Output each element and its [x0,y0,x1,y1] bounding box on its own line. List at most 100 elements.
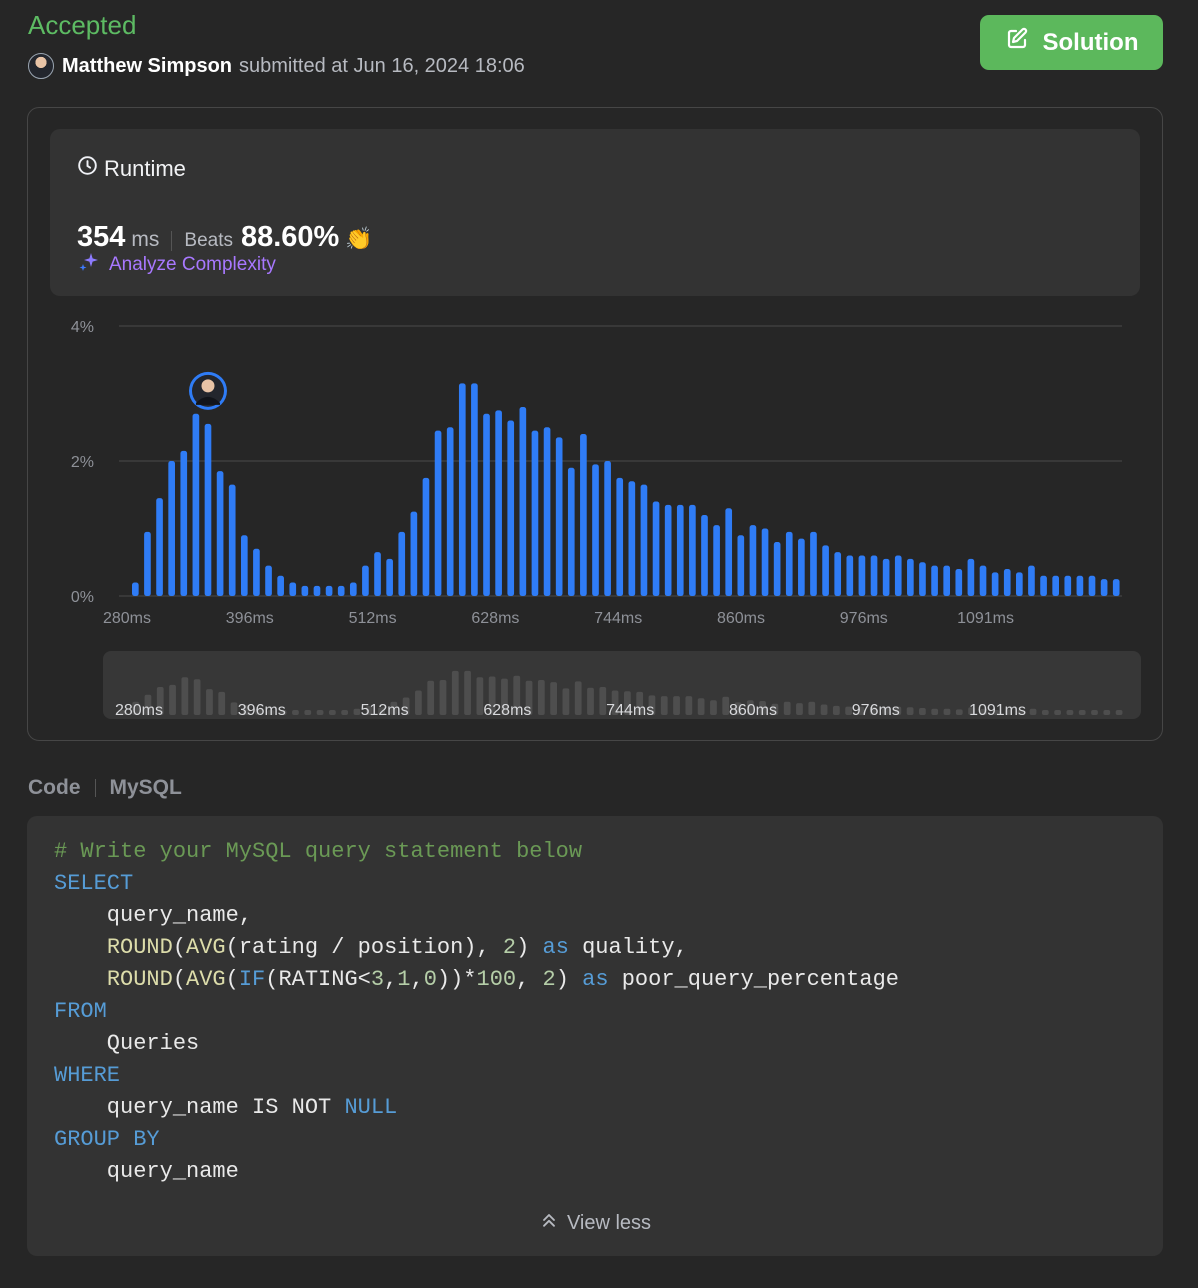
code-token: ))* [436,967,477,992]
histogram-bar[interactable] [277,575,284,596]
solution-button[interactable]: Solution [980,15,1163,70]
mini-histogram-bar [808,701,816,715]
histogram-bar[interactable] [652,501,660,597]
histogram-bar[interactable] [313,585,321,596]
histogram-bar[interactable] [907,558,914,596]
mini-histogram-bar [451,670,459,715]
histogram-bar[interactable] [483,413,490,596]
histogram-bar[interactable] [156,498,163,596]
code-token: , [384,967,398,992]
histogram-bar[interactable] [785,531,793,596]
histogram-bar[interactable] [422,477,430,596]
histogram-bar[interactable] [1052,575,1060,596]
histogram-bar[interactable] [446,427,454,596]
histogram-bar[interactable] [931,565,938,596]
histogram-bar[interactable] [664,504,672,596]
chart-range-selector[interactable]: 280ms 396ms 512ms 628ms 744ms 860ms 976ms 1091m… [103,651,1141,719]
your-submission-avatar[interactable] [188,371,227,410]
histogram-bar[interactable] [822,545,829,596]
histogram-bar[interactable] [410,511,418,596]
histogram-bar[interactable] [265,565,272,596]
histogram-bar[interactable] [204,423,212,596]
histogram-bar[interactable] [228,484,236,596]
code-token: ROUND [106,967,173,992]
histogram-bar[interactable] [640,484,648,596]
histogram-bar[interactable] [398,531,406,596]
histogram-bar[interactable] [616,477,624,596]
analyze-complexity-link[interactable]: Analyze Complexity [77,250,276,280]
histogram-bar[interactable] [846,555,854,597]
histogram-bar[interactable] [943,565,951,596]
histogram-bar[interactable] [349,582,357,597]
histogram-bar[interactable] [374,552,381,596]
histogram-bar[interactable] [495,410,502,596]
histogram-bar[interactable] [289,582,297,597]
histogram-bar[interactable] [713,525,720,596]
histogram-bar[interactable] [967,558,975,596]
histogram-bar[interactable] [858,555,866,597]
histogram-bar[interactable] [761,528,769,597]
histogram-bar[interactable] [810,531,817,596]
histogram-bar[interactable] [325,585,333,596]
histogram-bar[interactable] [979,565,987,596]
histogram-bar[interactable] [507,420,515,597]
histogram-bar[interactable] [434,430,442,596]
histogram-bar[interactable] [471,383,478,596]
histogram-bar[interactable] [1088,575,1096,596]
histogram-bar[interactable] [919,562,926,596]
histogram-bar[interactable] [132,582,139,597]
histogram-bar[interactable] [567,467,575,596]
histogram-bar[interactable] [1003,569,1011,596]
histogram-bar[interactable] [955,569,963,596]
histogram-bar[interactable] [1016,572,1023,596]
histogram-bar[interactable] [1028,565,1035,596]
view-less-button[interactable]: View less [27,1210,1163,1236]
histogram-bar[interactable] [362,565,369,596]
mini-distribution-chart[interactable]: 280ms 396ms 512ms 628ms 744ms 860ms 976ms 1091m… [103,651,1141,719]
histogram-bar[interactable] [144,531,151,596]
histogram-bar[interactable] [1076,575,1084,596]
histogram-bar[interactable] [519,407,527,596]
histogram-bar[interactable] [701,515,708,596]
code-token: query_name [54,1159,239,1184]
histogram-bar[interactable] [240,535,248,596]
histogram-bar[interactable] [894,555,902,597]
histogram-bar[interactable] [604,461,611,596]
histogram-bar[interactable] [749,525,757,596]
histogram-bar[interactable] [580,434,587,596]
histogram-bar[interactable] [628,481,636,596]
histogram-bar[interactable] [834,552,842,596]
histogram-bar[interactable] [689,504,696,596]
histogram-bar[interactable] [991,572,999,596]
mini-histogram-bar [1103,710,1111,715]
histogram-bar[interactable] [1040,575,1047,596]
histogram-bar[interactable] [192,413,200,596]
histogram-bar[interactable] [543,427,551,596]
histogram-bar[interactable] [253,548,260,596]
histogram-bar[interactable] [592,464,599,596]
histogram-bar[interactable] [216,471,224,596]
histogram-bar[interactable] [337,585,345,596]
histogram-bar[interactable] [555,437,563,596]
avatar[interactable] [28,53,54,79]
histogram-bar[interactable] [773,542,781,596]
histogram-bar[interactable] [168,461,175,596]
histogram-bar[interactable] [870,555,878,597]
histogram-bar[interactable] [458,383,466,596]
histogram-bar[interactable] [1064,575,1072,596]
histogram-bar[interactable] [1100,579,1108,596]
runtime-distribution-chart[interactable]: 4% 2% 0% 280ms 396ms 512ms 628ms 744ms 860ms 976m… [28,308,1162,638]
histogram-bar[interactable] [725,508,733,596]
histogram-bar[interactable] [882,558,890,596]
histogram-bar[interactable] [798,538,805,596]
histogram-bar[interactable] [676,504,684,596]
submitter-name[interactable]: Matthew Simpson [62,55,232,78]
histogram-bar[interactable] [531,430,539,596]
histogram-bar[interactable] [1112,579,1120,596]
histogram-bar[interactable] [737,535,745,596]
mini-histogram-bar [537,680,545,715]
histogram-bar[interactable] [180,450,188,596]
histogram-bar[interactable] [301,585,309,596]
mini-histogram-bar [476,677,484,715]
histogram-bar[interactable] [386,558,393,596]
